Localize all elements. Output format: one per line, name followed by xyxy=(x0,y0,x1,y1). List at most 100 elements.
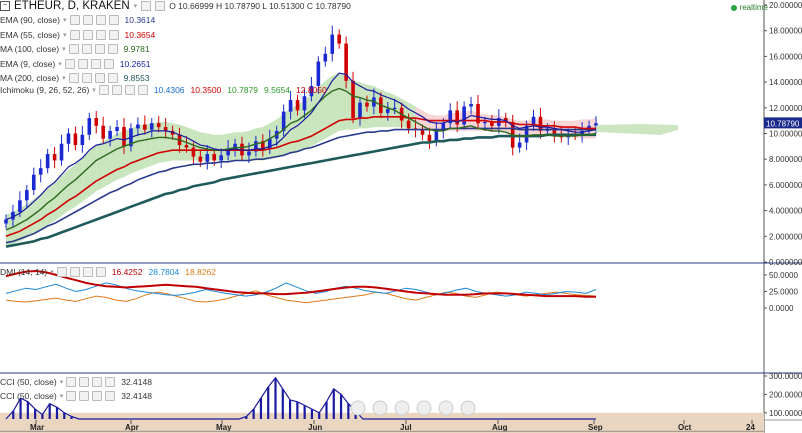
eye-icon[interactable] xyxy=(69,15,80,25)
settings-icon[interactable] xyxy=(82,15,93,25)
close-icon[interactable] xyxy=(107,73,118,83)
candle-body xyxy=(365,102,369,107)
close-icon[interactable] xyxy=(105,391,116,401)
eye-icon[interactable] xyxy=(56,267,67,277)
candle-body xyxy=(45,154,50,169)
ichimoku-cloud-segment xyxy=(103,137,111,188)
eye-icon[interactable] xyxy=(68,44,79,54)
settings-icon[interactable] xyxy=(81,73,92,83)
collapse-icon[interactable]: − xyxy=(0,1,10,11)
add-icon[interactable] xyxy=(95,29,106,40)
realtime-label: realtime xyxy=(739,3,768,12)
candle-body xyxy=(288,100,293,112)
add-icon[interactable] xyxy=(94,44,105,54)
candle-body xyxy=(94,118,99,126)
candle-body xyxy=(385,109,390,113)
settings-icon[interactable] xyxy=(81,44,92,54)
chevron-down-icon[interactable]: ▾ xyxy=(60,378,64,386)
settings-icon[interactable] xyxy=(79,377,90,387)
eye-icon[interactable] xyxy=(64,58,75,69)
candle-body xyxy=(31,174,36,191)
zoom-in-icon[interactable] xyxy=(416,400,432,416)
close-icon[interactable] xyxy=(137,85,148,95)
price-tick-label: 16.000000 xyxy=(769,52,802,61)
time-tick-label: Apr xyxy=(125,423,139,432)
eye-icon[interactable] xyxy=(155,1,166,11)
ichimoku-value: 12.8050 xyxy=(296,85,327,95)
close-icon[interactable] xyxy=(107,44,118,54)
candle-body xyxy=(434,130,439,142)
dmi-tick-label: 25.0000 xyxy=(769,287,798,296)
settings-icon[interactable] xyxy=(82,29,93,40)
time-tick-label: Sep xyxy=(588,423,603,432)
settings-icon[interactable] xyxy=(69,267,80,277)
eye-icon[interactable] xyxy=(98,85,109,95)
ichimoku-cloud-segment xyxy=(96,141,104,192)
reset-icon[interactable] xyxy=(394,400,410,416)
settings-icon[interactable] xyxy=(77,58,88,69)
candle-body xyxy=(427,134,432,142)
chevron-right-icon[interactable] xyxy=(438,400,454,416)
settings-icon[interactable] xyxy=(141,1,152,11)
chevron-down-icon[interactable]: ▾ xyxy=(60,392,64,400)
candle-body xyxy=(115,127,119,131)
add-icon[interactable] xyxy=(92,377,103,387)
candle-body xyxy=(295,100,300,111)
chevron-down-icon[interactable]: ▾ xyxy=(134,2,138,10)
eye-icon[interactable] xyxy=(66,391,77,401)
settings-icon[interactable] xyxy=(111,85,122,95)
dmi-tick-label: 0.0000 xyxy=(769,304,794,313)
close-icon[interactable] xyxy=(95,267,106,277)
ohlc-values: O 10.66999 H 10.78790 L 10.51300 C 10.78… xyxy=(169,1,351,11)
indicator-2-value: 9.9781 xyxy=(123,44,150,54)
ichimoku-cloud-segment xyxy=(137,124,145,171)
indicator-2-legend: MA (100, close) ▾ 9.9781 xyxy=(0,44,150,54)
eye-icon[interactable] xyxy=(69,29,80,40)
last-price-label: 10.78790 xyxy=(766,119,800,128)
dmi-legend: DMI (14, 14) ▾ 16.4252 28.7804 18.8262 xyxy=(0,267,216,277)
close-icon[interactable] xyxy=(108,15,119,25)
add-icon[interactable] xyxy=(82,267,93,277)
ichimoku-value: 10.4306 xyxy=(153,85,185,95)
chevron-down-icon[interactable]: ▾ xyxy=(58,60,62,68)
candle-body xyxy=(87,118,92,135)
chevron-down-icon[interactable]: ▾ xyxy=(50,268,54,276)
chart-root: 0.000000 2.000000 4.000000 6.000000 8.000000… xyxy=(0,0,802,433)
add-icon[interactable] xyxy=(124,85,135,95)
close-icon[interactable] xyxy=(103,58,114,69)
add-icon[interactable] xyxy=(90,58,101,69)
forward-icon[interactable] xyxy=(460,400,476,416)
indicator-1-value: 10.3654 xyxy=(124,29,156,40)
candle-body xyxy=(462,106,466,125)
ichimoku-cloud-segment xyxy=(68,164,76,211)
chevron-down-icon[interactable]: ▾ xyxy=(62,45,66,53)
add-icon[interactable] xyxy=(94,73,105,83)
chevron-left-icon[interactable] xyxy=(350,400,366,416)
ichimoku-cloud-segment xyxy=(339,73,347,131)
cci-1-value: 32.4148 xyxy=(121,391,152,401)
candle-body xyxy=(469,103,473,107)
chevron-down-icon[interactable]: ▾ xyxy=(63,16,67,24)
close-icon[interactable] xyxy=(108,29,119,40)
price-tick-label: 14.000000 xyxy=(769,78,802,87)
chevron-down-icon[interactable]: ▾ xyxy=(92,86,96,94)
ichimoku-value: 10.7879 xyxy=(227,85,259,95)
price-tick-label: 0.000000 xyxy=(769,258,802,267)
candle-body xyxy=(52,154,57,161)
add-icon[interactable] xyxy=(95,15,106,25)
close-icon[interactable] xyxy=(105,377,116,387)
settings-icon[interactable] xyxy=(79,391,90,401)
eye-icon[interactable] xyxy=(68,73,79,83)
cci-tick-label: 100.0000 xyxy=(769,409,802,418)
chevron-down-icon[interactable]: ▾ xyxy=(63,31,67,39)
candle-body xyxy=(136,124,140,129)
candle-body xyxy=(420,129,425,135)
cci-1-legend: CCI (50, close) ▾ 32.4148 xyxy=(0,391,152,401)
chevron-down-icon[interactable]: ▾ xyxy=(62,74,66,82)
add-icon[interactable] xyxy=(92,391,103,401)
eye-icon[interactable] xyxy=(66,377,77,387)
zoom-out-icon[interactable] xyxy=(372,400,388,416)
candle-body xyxy=(358,102,362,119)
symbol-title: ETHEUR, D, KRAKEN xyxy=(14,0,130,12)
price-tick-label: 10.000000 xyxy=(769,130,802,139)
